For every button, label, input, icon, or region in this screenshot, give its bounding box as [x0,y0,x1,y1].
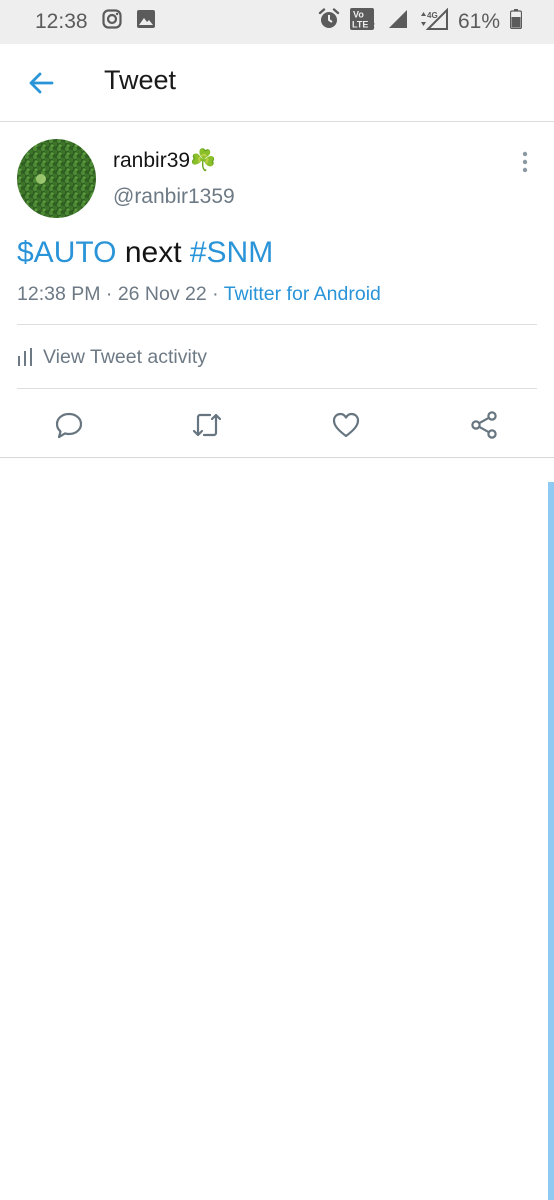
battery-icon [509,9,523,35]
reply-button[interactable] [48,404,90,446]
signal-icon [388,9,408,35]
tweet-date: 26 Nov 22 [117,283,207,305]
signal-4g-icon: 4G [418,7,448,36]
view-tweet-activity-button[interactable]: View Tweet activity [17,339,207,375]
shamrock-emoji: ☘️ [190,149,217,172]
svg-text:LTE: LTE [352,20,368,30]
tweet-text: $AUTO next #SNM [17,236,273,270]
scroll-indicator[interactable] [548,482,554,1200]
svg-text:Vo: Vo [353,10,364,20]
activity-label: View Tweet activity [43,345,208,368]
share-icon [471,411,497,439]
like-button[interactable] [325,404,367,446]
gallery-icon [136,9,156,35]
svg-text:2: 2 [371,23,375,30]
svg-text:4G: 4G [427,11,438,20]
retweet-button[interactable] [186,404,228,446]
instagram-icon [101,9,122,35]
more-options-button[interactable] [514,149,536,175]
back-button[interactable] [18,60,64,106]
bar-chart-icon [18,348,32,366]
tweet-text-plain: next [116,236,190,269]
retweet-icon [192,413,222,437]
avatar[interactable] [17,139,96,218]
alarm-icon [318,8,340,36]
divider [17,324,537,325]
user-handle[interactable]: @ranbir1359 [113,185,235,209]
divider [0,457,554,458]
display-name[interactable]: ranbir39☘️ [113,149,216,173]
arrow-left-icon [29,72,54,94]
tweet-time: 12:38 PM [17,283,101,305]
tweet-action-bar [0,391,554,458]
tweet-meta: 12:38 PM · 26 Nov 22 · Twitter for Andro… [17,283,381,305]
status-bar: 12:38 Vo LTE 2 4G 61% [0,0,554,44]
app-bar: Tweet [0,44,554,122]
page-title: Tweet [104,65,177,95]
reply-icon [55,412,83,439]
hashtag-link[interactable]: #SNM [190,236,273,269]
status-time: 12:38 [35,10,88,33]
cashtag-link[interactable]: $AUTO [17,236,116,269]
battery-percent: 61% [457,10,500,33]
tweet-source-link[interactable]: Twitter for Android [224,283,381,305]
more-vertical-icon [522,151,528,173]
divider [17,388,537,389]
share-button[interactable] [463,404,505,446]
volte-icon: Vo LTE 2 [349,8,378,36]
heart-icon [332,412,360,438]
